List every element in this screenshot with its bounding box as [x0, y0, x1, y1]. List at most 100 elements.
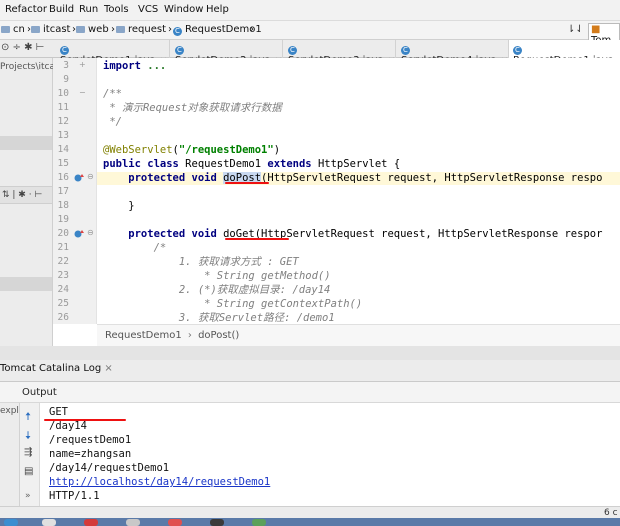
class-icon: C [288, 46, 297, 55]
class-icon: C [60, 46, 69, 55]
output-header: Output [0, 382, 620, 403]
line-number: 23 [57, 270, 69, 281]
more-icon[interactable]: » [25, 491, 31, 501]
chevron-right-icon: › [187, 330, 192, 341]
selected-tree-row[interactable] [0, 136, 52, 150]
fold-icon[interactable]: + [79, 60, 86, 69]
tab-tomcat-catalina-log[interactable]: Tomcat Catalina Log × [0, 363, 113, 374]
code-line-18: } [103, 200, 135, 212]
tab-servletdemo2[interactable]: CServletDemo2.java× [170, 40, 283, 66]
class-icon: C [513, 46, 522, 55]
taskbar-app-icon[interactable] [4, 519, 18, 526]
line-number: 25 [57, 298, 69, 309]
selected-structure-row[interactable] [0, 277, 52, 291]
taskbar-app-icon[interactable] [126, 519, 140, 526]
nav-crumb-itcast[interactable]: itcast [31, 24, 70, 35]
nav-crumb-web[interactable]: web [76, 24, 109, 35]
output-link[interactable]: http://localhost/day14/requestDemo1 [49, 476, 270, 488]
menu-vcs[interactable]: VCS [138, 4, 158, 15]
taskbar-app-icon[interactable] [84, 519, 98, 526]
fold-icon[interactable]: ⊖ [87, 228, 94, 237]
output-console[interactable]: GET /day14 /requestDemo1 name=zhangsan /… [40, 403, 620, 506]
code-editor[interactable]: import ... /** * 演示Request对象获取请求行数据 */ @… [97, 58, 620, 324]
taskbar-app-icon[interactable] [42, 519, 56, 526]
project-panel-toolbar[interactable]: ⊙ ÷ ✱ ⊢ [1, 42, 44, 53]
sort-icon[interactable]: ⇂⇃ [567, 24, 584, 35]
panel-separator[interactable] [0, 346, 620, 360]
red-underline-mark [225, 238, 289, 240]
code-line-14: @WebServlet("/requestDemo1") [103, 144, 281, 156]
structure-toolbar: ⇅ | ✱ · ⊢ [0, 186, 52, 204]
code-line-10: /** [103, 88, 122, 100]
menu-help[interactable]: Help [206, 4, 229, 15]
line-number: 24 [57, 284, 69, 295]
navigation-bar: cn › itcast › web › request › C RequestDe… [0, 21, 620, 47]
override-method-icon[interactable] [74, 172, 85, 183]
override-method-icon[interactable] [74, 228, 85, 239]
soft-wrap-icon[interactable]: ⇶ [24, 447, 32, 458]
structure-toolbar-icons[interactable]: ⇅ | ✱ · ⊢ [2, 190, 42, 200]
fold-icon[interactable]: ⊖ [87, 172, 94, 181]
menu-bar: Refactor Build Run Tools VCS Window Help [0, 0, 620, 21]
breadcrumb-class[interactable]: RequestDemo1 [105, 330, 182, 341]
print-icon[interactable]: ▤ [24, 466, 33, 477]
scroll-up-icon[interactable]: 🠅 [25, 408, 31, 427]
output-label: Output [22, 387, 57, 398]
menu-window[interactable]: Window [164, 4, 203, 15]
tab-servletdemo1[interactable]: CServletDemo1.java× [55, 40, 170, 66]
chevron-right-icon: › [111, 24, 115, 35]
nav-crumb-request[interactable]: request [116, 24, 166, 35]
line-number: 19 [57, 214, 69, 225]
close-icon[interactable]: × [104, 363, 112, 374]
status-count: 6 c [604, 508, 618, 518]
tab-requestdemo1[interactable]: CRequestDemo1.java [509, 40, 620, 66]
line-number: 10 [57, 88, 69, 99]
taskbar-app-icon[interactable] [168, 519, 182, 526]
fold-icon[interactable]: − [79, 88, 86, 97]
output-line: /requestDemo1 [49, 434, 132, 446]
line-number: 13 [57, 130, 69, 141]
scroll-down-icon[interactable]: 🠇 [25, 427, 31, 446]
os-taskbar [0, 518, 620, 526]
code-line-25: * String getContextPath() [103, 298, 363, 310]
line-number: 20 [57, 228, 69, 239]
line-number: 14 [57, 144, 69, 155]
folder-icon [76, 26, 85, 33]
menu-run[interactable]: Run [79, 4, 98, 15]
tomcat-icon: ■ [591, 24, 601, 35]
tab-servletdemo3[interactable]: CServletDemo3.java× [283, 40, 396, 66]
editor-tab-strip: ⊙ ÷ ✱ ⊢ CServletDemo1.java× CServletDemo… [0, 40, 620, 66]
output-line: /day14/requestDemo1 [49, 462, 170, 474]
editor-gutter: 3 + 9 10 − 11 12 13 14 15 16 ⊖ 17 18 19 … [53, 58, 97, 324]
menu-build[interactable]: Build [49, 4, 74, 15]
taskbar-app-icon[interactable] [252, 519, 266, 526]
class-icon: C [401, 46, 410, 55]
tab-servletdemo4[interactable]: CServletDemo4.java× [396, 40, 509, 66]
code-line-22: 1. 获取请求方式 : GET [103, 256, 299, 268]
code-line-23: * String getMethod() [103, 270, 331, 282]
breadcrumb-method[interactable]: doPost() [198, 330, 239, 341]
folder-icon [31, 26, 40, 33]
output-line: GET [49, 406, 68, 418]
editor-breadcrumb: RequestDemo1 › doPost() [97, 324, 620, 346]
line-number: 17 [57, 186, 69, 197]
project-panel: Projects\itcas ⇅ | ✱ · ⊢ expl [0, 58, 60, 417]
nav-crumb-cn[interactable]: cn [1, 24, 25, 35]
menu-refactor[interactable]: Refactor [5, 4, 47, 15]
nav-crumb-requestdemo1[interactable]: C RequestDemo1 [173, 24, 262, 36]
red-underline-mark [225, 182, 269, 184]
line-number: 15 [57, 158, 69, 169]
line-number: 9 [63, 74, 69, 85]
line-number: 11 [57, 102, 69, 113]
line-number: 16 [57, 172, 69, 183]
chevron-right-icon: › [168, 24, 172, 35]
code-line-3: import ... [103, 60, 167, 72]
taskbar-app-icon[interactable] [210, 519, 224, 526]
class-icon: C [175, 46, 184, 55]
menu-tools[interactable]: Tools [104, 4, 129, 15]
line-number: 26 [57, 312, 69, 323]
code-line-16: protected void doPost(HttpServletRequest… [97, 172, 620, 185]
output-line: name=zhangsan [49, 448, 132, 460]
explorer-text: expl [0, 406, 19, 416]
code-line-21: /* [103, 242, 167, 254]
